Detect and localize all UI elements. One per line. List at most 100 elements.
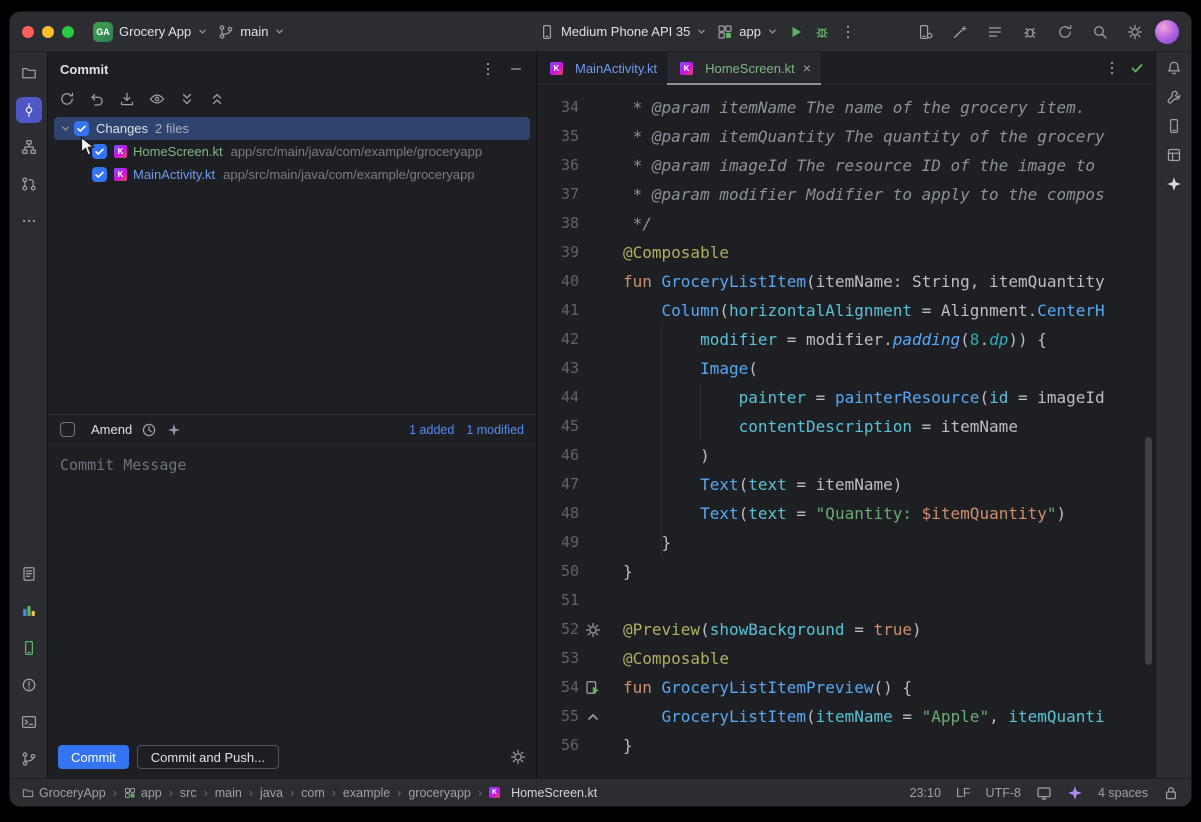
breadcrumb-item[interactable]: app <box>141 786 162 800</box>
breadcrumb-item[interactable]: java <box>260 786 283 800</box>
insights-chart-icon <box>21 603 37 619</box>
hide-tool-window-icon[interactable] <box>508 61 524 77</box>
avatar[interactable] <box>1155 20 1179 44</box>
device-manager-icon[interactable] <box>917 24 933 40</box>
rollback-icon[interactable] <box>89 91 105 107</box>
breadcrumb-separator: › <box>249 786 253 800</box>
indent-guide <box>700 383 701 441</box>
lock-icon[interactable] <box>1163 785 1179 801</box>
app-inspection-icon[interactable] <box>1022 24 1038 40</box>
commit-button[interactable]: Commit <box>58 745 129 769</box>
running-devices-tool-button[interactable] <box>16 635 42 661</box>
file-row[interactable]: MainActivity.kt app/src/main/java/com/ex… <box>48 163 536 186</box>
settings-gear-icon[interactable] <box>1127 24 1143 40</box>
code-area[interactable]: 34 * @param itemName The name of the gro… <box>537 85 1155 778</box>
indent-config[interactable]: 4 spaces <box>1098 786 1148 800</box>
breadcrumb-item[interactable]: com <box>301 786 325 800</box>
zoom-window-button[interactable] <box>62 26 74 38</box>
breadcrumb-separator: › <box>169 786 173 800</box>
gemini-icon[interactable] <box>1166 176 1182 192</box>
close-tab-icon[interactable] <box>803 61 811 75</box>
gradle-icon[interactable] <box>1166 89 1182 105</box>
breadcrumb-item[interactable]: groceryapp <box>408 786 471 800</box>
editor-scrollbar[interactable] <box>1145 437 1152 665</box>
collapse-all-icon[interactable] <box>209 91 225 107</box>
pull-requests-tool-button[interactable] <box>16 171 42 197</box>
project-widget[interactable]: GA Grocery App <box>88 19 213 45</box>
amend-checkbox[interactable] <box>60 422 75 437</box>
file-checkbox[interactable] <box>92 167 107 182</box>
run-button[interactable] <box>783 19 809 45</box>
kotlin-file-icon <box>680 62 693 75</box>
device-manager-icon[interactable] <box>1166 118 1182 134</box>
tab-label: MainActivity.kt <box>575 61 657 76</box>
chevron-down-icon[interactable] <box>60 123 71 134</box>
runprev-gutter-icon[interactable] <box>585 680 601 696</box>
search-icon[interactable] <box>1092 24 1108 40</box>
commit-tool-button[interactable] <box>16 97 42 123</box>
close-window-button[interactable] <box>22 26 34 38</box>
breadcrumb-item[interactable]: example <box>343 786 390 800</box>
ai-actions-icon[interactable] <box>952 24 968 40</box>
problems-tool-button[interactable] <box>16 672 42 698</box>
more-run-actions[interactable] <box>835 19 861 45</box>
logcat-list-icon[interactable] <box>987 24 1003 40</box>
breadcrumb-item[interactable]: src <box>180 786 197 800</box>
breadcrumb-item[interactable]: main <box>215 786 242 800</box>
git-branch-icon <box>21 751 37 767</box>
commit-options-icon[interactable] <box>480 61 496 77</box>
breadcrumb-item[interactable]: GroceryApp <box>39 786 106 800</box>
debug-button[interactable] <box>809 19 835 45</box>
changes-tree[interactable]: Changes 2 files HomeScreen.kt app/src/ma… <box>48 113 536 415</box>
gradle-sync-icon[interactable] <box>1057 24 1073 40</box>
code-line: 56} <box>537 731 1155 760</box>
run-config-selector[interactable]: app <box>712 19 783 45</box>
file-checkbox[interactable] <box>92 144 107 159</box>
file-row[interactable]: HomeScreen.kt app/src/main/java/com/exam… <box>48 140 536 163</box>
ai-spark-icon[interactable] <box>1067 785 1083 801</box>
more-tool-windows-button[interactable] <box>16 208 42 234</box>
screen-reader-icon[interactable] <box>1036 785 1052 801</box>
tab-options-icon[interactable] <box>1104 60 1120 76</box>
refresh-icon[interactable] <box>59 91 75 107</box>
version-control-tool-button[interactable] <box>16 746 42 772</box>
tab-mainactivity[interactable]: MainActivity.kt <box>537 52 667 84</box>
cursor-position[interactable]: 23:10 <box>910 786 941 800</box>
changes-label: Changes <box>96 121 148 136</box>
changes-checkbox[interactable] <box>74 121 89 136</box>
structure-tool-button[interactable] <box>16 134 42 160</box>
layout-tool-icon[interactable] <box>1166 147 1182 163</box>
tab-homescreen[interactable]: HomeScreen.kt <box>667 52 821 84</box>
device-selector[interactable]: Medium Phone API 35 <box>534 19 712 45</box>
editor: MainActivity.kt HomeScreen.kt 34 * @para… <box>537 52 1155 778</box>
commit-and-push-button[interactable]: Commit and Push... <box>137 745 279 769</box>
gear-gutter-icon[interactable] <box>585 622 601 638</box>
code-line: 46 ) <box>537 441 1155 470</box>
code-line: 42 modifier = modifier.padding(8.dp)) { <box>537 325 1155 354</box>
minimize-window-button[interactable] <box>42 26 54 38</box>
commit-message-input[interactable] <box>48 445 536 742</box>
chevup-gutter-icon[interactable] <box>585 709 601 725</box>
commit-panel-header: Commit <box>48 52 536 86</box>
breadcrumb-separator: › <box>397 786 401 800</box>
expand-all-icon[interactable] <box>179 91 195 107</box>
inspections-status-icon[interactable] <box>1129 60 1145 76</box>
ai-commit-message-icon[interactable] <box>166 422 182 438</box>
breadcrumb-item[interactable]: HomeScreen.kt <box>511 786 597 800</box>
status-bar: GroceryApp›app›src›main›java›com›example… <box>10 778 1191 806</box>
commit-settings-gear-icon[interactable] <box>510 749 526 765</box>
branch-widget[interactable]: main <box>213 19 290 45</box>
file-encoding[interactable]: UTF-8 <box>986 786 1021 800</box>
device-explorer-tool-button[interactable] <box>16 561 42 587</box>
preview-diff-icon[interactable] <box>149 91 165 107</box>
line-ending[interactable]: LF <box>956 786 971 800</box>
terminal-tool-button[interactable] <box>16 709 42 735</box>
history-icon[interactable] <box>141 422 157 438</box>
project-tool-button[interactable] <box>16 60 42 86</box>
shelve-icon[interactable] <box>119 91 135 107</box>
running-device-icon <box>21 640 37 656</box>
chevron-down-icon <box>274 26 285 37</box>
changes-root-row[interactable]: Changes 2 files <box>54 117 530 140</box>
notifications-icon[interactable] <box>1166 60 1182 76</box>
app-quality-insights-tool-button[interactable] <box>16 598 42 624</box>
